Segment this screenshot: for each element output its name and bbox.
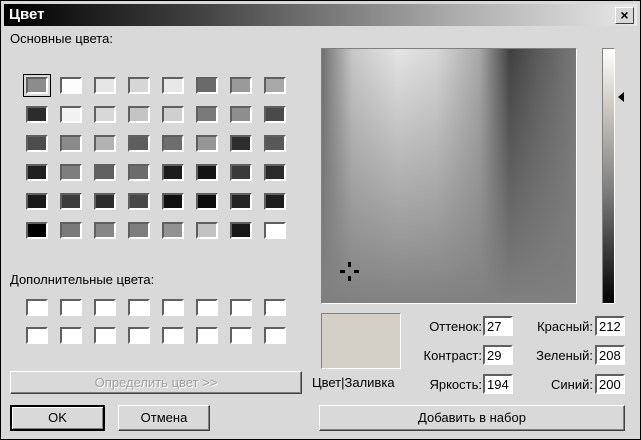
basic-color-swatch[interactable] xyxy=(196,106,218,123)
blue-input[interactable]: 200 xyxy=(595,374,625,394)
luminance-pointer-icon[interactable] xyxy=(618,92,624,102)
basic-color-swatch[interactable] xyxy=(26,135,48,152)
custom-colors-label: Дополнительные цвета: xyxy=(10,272,155,287)
basic-color-swatch[interactable] xyxy=(230,77,252,94)
basic-color-swatch[interactable] xyxy=(26,193,48,210)
basic-color-swatch[interactable] xyxy=(230,106,252,123)
red-label: Красный: xyxy=(537,319,593,334)
basic-color-swatch[interactable] xyxy=(60,135,82,152)
saturation-input[interactable]: 29 xyxy=(483,345,513,365)
basic-color-swatch[interactable] xyxy=(94,106,116,123)
window-title: Цвет xyxy=(9,6,45,23)
basic-color-swatch[interactable] xyxy=(162,164,184,181)
custom-color-swatch[interactable] xyxy=(60,299,82,316)
basic-color-swatch[interactable] xyxy=(264,106,286,123)
basic-color-swatch[interactable] xyxy=(60,222,82,239)
ok-button[interactable]: OK xyxy=(10,405,105,431)
color-dialog: Цвет × Основные цвета: Дополнительные цв… xyxy=(0,0,641,440)
custom-color-swatch[interactable] xyxy=(162,299,184,316)
basic-color-swatch[interactable] xyxy=(230,164,252,181)
custom-color-swatch[interactable] xyxy=(264,299,286,316)
basic-color-swatch[interactable] xyxy=(94,135,116,152)
basic-color-swatch[interactable] xyxy=(162,222,184,239)
basic-color-swatch[interactable] xyxy=(128,135,150,152)
hue-label: Оттенок: xyxy=(429,319,482,334)
saturation-label: Контраст: xyxy=(423,348,482,363)
basic-color-swatch[interactable] xyxy=(60,106,82,123)
luminance-slider[interactable] xyxy=(602,48,615,304)
basic-color-swatch[interactable] xyxy=(230,135,252,152)
basic-color-swatch[interactable] xyxy=(60,193,82,210)
basic-color-swatch[interactable] xyxy=(196,77,218,94)
basic-color-swatch[interactable] xyxy=(230,193,252,210)
custom-color-swatch[interactable] xyxy=(196,299,218,316)
basic-color-swatch[interactable] xyxy=(94,193,116,210)
basic-color-swatch[interactable] xyxy=(128,164,150,181)
basic-color-swatch[interactable] xyxy=(264,77,286,94)
basic-color-swatch[interactable] xyxy=(94,77,116,94)
crosshair-icon xyxy=(340,262,359,281)
custom-color-swatch[interactable] xyxy=(94,327,116,344)
custom-color-swatch[interactable] xyxy=(26,327,48,344)
basic-color-swatch[interactable] xyxy=(264,135,286,152)
luminosity-label: Яркость: xyxy=(429,377,482,392)
blue-label: Синий: xyxy=(551,377,593,392)
basic-color-swatch[interactable] xyxy=(128,222,150,239)
basic-color-swatch[interactable] xyxy=(162,193,184,210)
basic-color-swatch[interactable] xyxy=(23,74,51,97)
custom-color-swatch[interactable] xyxy=(60,327,82,344)
basic-color-swatch[interactable] xyxy=(94,164,116,181)
basic-color-swatch[interactable] xyxy=(264,222,286,239)
custom-color-swatch[interactable] xyxy=(230,299,252,316)
custom-color-swatch[interactable] xyxy=(264,327,286,344)
basic-color-swatch[interactable] xyxy=(196,222,218,239)
basic-color-swatch[interactable] xyxy=(26,164,48,181)
title-bar: Цвет × xyxy=(4,4,637,26)
custom-color-swatch[interactable] xyxy=(196,327,218,344)
basic-color-swatch[interactable] xyxy=(264,193,286,210)
green-input[interactable]: 208 xyxy=(595,345,625,365)
basic-color-swatch[interactable] xyxy=(60,164,82,181)
custom-color-swatch[interactable] xyxy=(94,299,116,316)
basic-color-swatch[interactable] xyxy=(196,164,218,181)
red-input[interactable]: 212 xyxy=(595,316,625,336)
basic-color-swatch[interactable] xyxy=(128,106,150,123)
add-to-custom-colors-button[interactable]: Добавить в набор xyxy=(319,405,625,431)
basic-color-swatch[interactable] xyxy=(264,164,286,181)
green-label: Зеленый: xyxy=(536,348,593,363)
basic-color-swatch[interactable] xyxy=(162,77,184,94)
define-custom-colors-button[interactable]: Определить цвет >> xyxy=(10,371,302,394)
color-solid-label: Цвет|Заливка xyxy=(312,375,395,390)
basic-color-swatch[interactable] xyxy=(162,135,184,152)
basic-color-swatch[interactable] xyxy=(128,77,150,94)
custom-color-swatch[interactable] xyxy=(162,327,184,344)
basic-color-swatch[interactable] xyxy=(94,222,116,239)
basic-color-swatch[interactable] xyxy=(230,222,252,239)
basic-colors-label: Основные цвета: xyxy=(10,31,113,46)
custom-color-swatch[interactable] xyxy=(128,299,150,316)
basic-color-swatch[interactable] xyxy=(26,222,48,239)
basic-color-swatch[interactable] xyxy=(196,193,218,210)
custom-color-swatch[interactable] xyxy=(128,327,150,344)
color-preview xyxy=(321,313,401,369)
basic-color-swatch[interactable] xyxy=(128,193,150,210)
basic-color-swatch[interactable] xyxy=(162,106,184,123)
basic-color-swatch[interactable] xyxy=(196,135,218,152)
close-button[interactable]: × xyxy=(615,7,634,24)
cancel-button[interactable]: Отмена xyxy=(118,405,210,431)
hue-input[interactable]: 27 xyxy=(483,316,513,336)
luminosity-input[interactable]: 194 xyxy=(483,374,513,394)
basic-color-swatch[interactable] xyxy=(26,106,48,123)
custom-color-swatch[interactable] xyxy=(230,327,252,344)
basic-color-swatch[interactable] xyxy=(60,77,82,94)
custom-color-swatch[interactable] xyxy=(26,299,48,316)
